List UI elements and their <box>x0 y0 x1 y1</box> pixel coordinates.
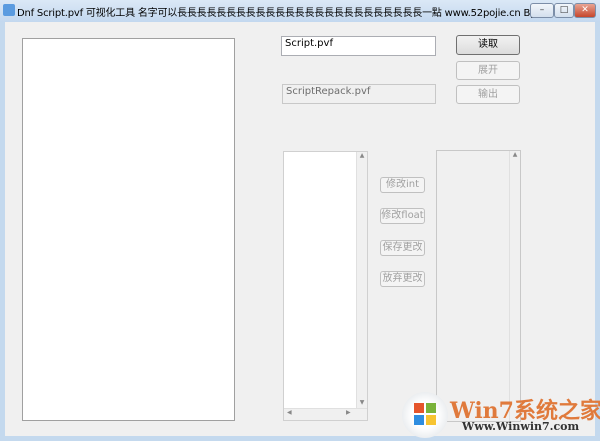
close-button[interactable]: ✕ <box>574 3 596 18</box>
tree-view[interactable] <box>22 38 235 421</box>
value-scroll-up-icon[interactable]: ▲ <box>510 151 520 158</box>
horizontal-scrollbar[interactable]: ◀ ▶ <box>284 408 367 420</box>
discard-changes-button[interactable]: 放弃更改 <box>380 271 425 287</box>
scroll-right-icon[interactable]: ▶ <box>346 409 351 416</box>
scroll-left-icon[interactable]: ◀ <box>287 409 292 416</box>
edit-int-button[interactable]: 修改int <box>380 177 425 193</box>
input-file-field[interactable]: Script.pvf <box>281 36 436 56</box>
read-button[interactable]: 读取 <box>456 35 520 55</box>
maximize-button[interactable]: □ <box>554 3 574 18</box>
edit-float-button[interactable]: 修改float <box>380 208 425 224</box>
save-changes-button[interactable]: 保存更改 <box>380 240 425 256</box>
vertical-scrollbar[interactable]: ▲ ▼ <box>356 152 367 408</box>
value-list[interactable]: ▲ <box>436 150 521 422</box>
item-list[interactable]: ▲ ▼ ◀ ▶ <box>283 151 368 421</box>
scroll-down-icon[interactable]: ▼ <box>357 399 367 406</box>
scroll-up-icon[interactable]: ▲ <box>357 152 367 159</box>
watermark-url: Www.Winwin7.com <box>462 420 580 433</box>
value-vertical-scrollbar[interactable]: ▲ <box>509 151 520 421</box>
output-file-field[interactable]: ScriptRepack.pvf <box>282 84 436 104</box>
window-title: Dnf Script.pvf 可视化工具 名字可以長長長長長長長長長長長長長長長… <box>17 8 573 19</box>
minimize-button[interactable]: – <box>530 3 554 18</box>
export-button[interactable]: 输出 <box>456 85 520 104</box>
app-icon <box>3 4 15 16</box>
windows-logo-watermark <box>402 392 448 438</box>
expand-button[interactable]: 展开 <box>456 61 520 80</box>
